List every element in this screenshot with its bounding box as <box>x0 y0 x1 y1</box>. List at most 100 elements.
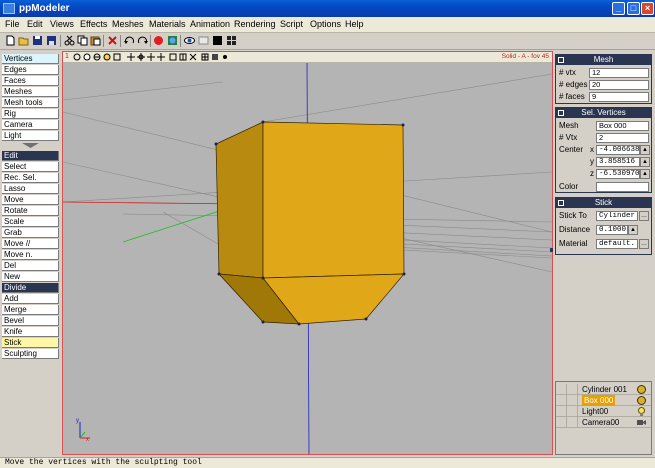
lock-toggle[interactable] <box>567 384 578 395</box>
material-field[interactable]: default. <box>596 239 638 249</box>
material-icon[interactable] <box>167 35 178 46</box>
tool-knife[interactable]: Knife <box>2 327 59 337</box>
viewport-resize-handle[interactable] <box>550 248 553 252</box>
mode-mesh-tools[interactable]: Mesh tools <box>2 98 59 108</box>
paste-icon[interactable] <box>90 35 101 46</box>
menu-edit[interactable]: Edit <box>27 19 43 30</box>
tool-move[interactable]: Move <box>2 195 59 205</box>
solid-view-icon[interactable] <box>211 53 219 61</box>
save-icon[interactable] <box>32 35 43 46</box>
tool-move-normal[interactable]: Move n. <box>2 250 59 260</box>
tool-bevel[interactable]: Bevel <box>2 316 59 326</box>
minimize-button[interactable]: _ <box>612 2 625 15</box>
delete-icon[interactable] <box>107 35 118 46</box>
tool-sculpting[interactable]: Sculpting <box>2 349 59 359</box>
3d-viewport[interactable]: x y 1 Solid - A - fov 45 <box>62 51 553 455</box>
redo-icon[interactable] <box>137 35 148 46</box>
settings-icon[interactable] <box>73 53 81 61</box>
stick-to-field[interactable]: Cylinder <box>596 211 638 221</box>
tool-divide[interactable]: Divide <box>2 283 59 293</box>
maximize-button[interactable]: □ <box>627 2 640 15</box>
collapse-icon[interactable] <box>558 200 564 206</box>
menu-options[interactable]: Options <box>310 19 341 30</box>
collapse-icon[interactable] <box>558 110 564 116</box>
center-y-input[interactable]: 3.858516 <box>596 157 640 167</box>
tool-select[interactable]: Select <box>2 162 59 172</box>
record-icon[interactable] <box>153 35 164 46</box>
box-mesh[interactable] <box>214 120 406 326</box>
tool-rec-sel[interactable]: Rec. Sel. <box>2 173 59 183</box>
snap-icon[interactable] <box>221 53 229 61</box>
rotate-view-icon[interactable] <box>137 53 145 61</box>
scene-item-light[interactable]: Light00 <box>556 406 651 417</box>
panel-collapse-arrow[interactable] <box>2 141 59 150</box>
open-icon[interactable] <box>18 35 29 46</box>
center-x-stepper[interactable]: ▲ <box>640 145 650 155</box>
center-x-input[interactable]: -4.006638 <box>596 145 640 155</box>
visibility-toggle[interactable] <box>556 417 567 428</box>
mode-faces[interactable]: Faces <box>2 76 59 86</box>
stick-to-picker[interactable]: … <box>639 211 649 221</box>
close-button[interactable]: × <box>641 2 654 15</box>
distance-input[interactable]: 0.1000 <box>596 225 628 235</box>
scene-item-cylinder[interactable]: Cylinder 001 <box>556 384 651 395</box>
scene-item-box[interactable]: Box 000 <box>556 395 651 406</box>
menu-script[interactable]: Script <box>280 19 303 30</box>
tool-del[interactable]: Del <box>2 261 59 271</box>
visibility-toggle[interactable] <box>556 384 567 395</box>
move-view-icon[interactable] <box>127 53 135 61</box>
tool-merge[interactable]: Merge <box>2 305 59 315</box>
menu-materials[interactable]: Materials <box>149 19 186 30</box>
tool-add[interactable]: Add <box>2 294 59 304</box>
menu-views[interactable]: Views <box>50 19 74 30</box>
color-swatch[interactable] <box>596 182 649 192</box>
layout-icon[interactable] <box>179 53 187 61</box>
ortho-icon[interactable] <box>113 53 121 61</box>
lock-toggle[interactable] <box>567 406 578 417</box>
sel-vertices-header[interactable]: Sel. Vertices <box>556 108 651 118</box>
scene-item-camera[interactable]: Camera00 <box>556 417 651 428</box>
mode-light[interactable]: Light <box>2 131 59 141</box>
lock-toggle[interactable] <box>567 395 578 406</box>
menu-animation[interactable]: Animation <box>190 19 230 30</box>
pan-view-icon[interactable] <box>157 53 165 61</box>
mode-meshes[interactable]: Meshes <box>2 87 59 97</box>
viewport-scene[interactable]: x y <box>63 52 552 454</box>
menu-effects[interactable]: Effects <box>80 19 107 30</box>
tool-lasso[interactable]: Lasso <box>2 184 59 194</box>
tool-grab[interactable]: Grab <box>2 228 59 238</box>
copy-icon[interactable] <box>77 35 88 46</box>
view-icon[interactable] <box>184 35 195 46</box>
camera-view-icon[interactable] <box>83 53 91 61</box>
tool-scale[interactable]: Scale <box>2 217 59 227</box>
tool-stick[interactable]: Stick <box>2 338 59 348</box>
menu-help[interactable]: Help <box>345 19 364 30</box>
tool-rotate[interactable]: Rotate <box>2 206 59 216</box>
tool-new[interactable]: New <box>2 272 59 282</box>
grid-toggle-icon[interactable] <box>201 53 209 61</box>
stick-panel-header[interactable]: Stick <box>556 198 651 208</box>
mode-camera[interactable]: Camera <box>2 120 59 130</box>
axis-view-icon[interactable] <box>189 53 197 61</box>
center-z-stepper[interactable]: ▲ <box>640 169 650 179</box>
menu-rendering[interactable]: Rendering <box>234 19 276 30</box>
center-z-input[interactable]: -6.530970 <box>596 169 640 179</box>
light-view-icon[interactable] <box>103 53 111 61</box>
perspective-icon[interactable] <box>93 53 101 61</box>
center-y-stepper[interactable]: ▲ <box>640 157 650 167</box>
black-square-icon[interactable] <box>212 35 223 46</box>
distance-stepper[interactable]: ▲ <box>628 225 638 235</box>
save-as-icon[interactable] <box>46 35 57 46</box>
lock-toggle[interactable] <box>567 417 578 428</box>
frame-icon[interactable] <box>169 53 177 61</box>
mode-rig[interactable]: Rig <box>2 109 59 119</box>
visibility-toggle[interactable] <box>556 395 567 406</box>
menu-meshes[interactable]: Meshes <box>112 19 144 30</box>
new-icon[interactable] <box>5 35 16 46</box>
menu-file[interactable]: File <box>5 19 20 30</box>
cut-icon[interactable] <box>64 35 75 46</box>
mode-edges[interactable]: Edges <box>2 65 59 75</box>
mesh-panel-header[interactable]: Mesh <box>556 55 651 65</box>
tool-move-parallel[interactable]: Move // <box>2 239 59 249</box>
undo-icon[interactable] <box>124 35 135 46</box>
